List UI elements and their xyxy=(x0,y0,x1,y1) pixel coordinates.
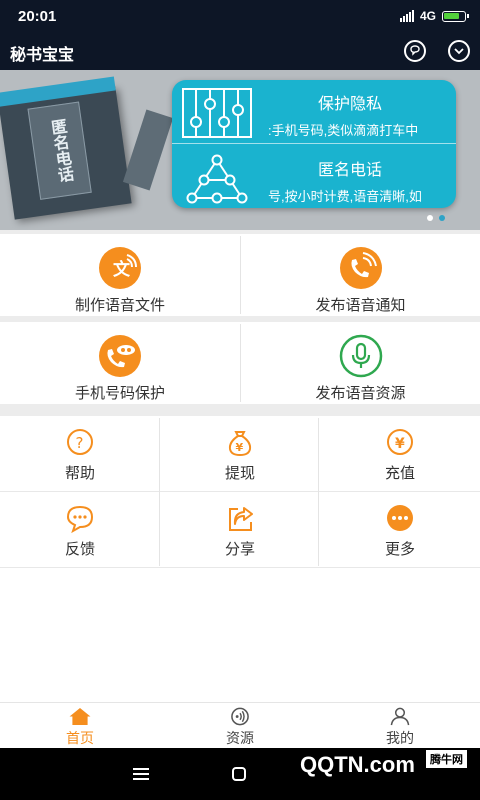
watermark-site: 腾牛网 xyxy=(426,750,467,768)
svg-text:¥: ¥ xyxy=(236,441,244,454)
recharge-label: 充值 xyxy=(384,465,415,482)
menu-icon[interactable] xyxy=(133,768,149,780)
network-triangle-icon xyxy=(186,154,248,204)
banner-book-image: 匿名电话 xyxy=(0,76,132,220)
carousel-dot-active[interactable] xyxy=(439,215,445,221)
yen-coin-icon: ¥ xyxy=(387,429,413,455)
tab-home[interactable]: 首页 xyxy=(0,703,160,748)
publish-voice-resource-button[interactable]: 发布语音资源 xyxy=(241,322,480,404)
tab-mine[interactable]: 我的 xyxy=(320,703,480,748)
status-icons: 4G xyxy=(399,9,469,23)
recharge-button[interactable]: ¥ 充值 xyxy=(320,416,480,490)
more-button[interactable]: 更多 xyxy=(320,492,480,566)
feature-desc-privacy: :手机号码,类似滴滴打车中 xyxy=(268,123,419,138)
help-label: 帮助 xyxy=(64,465,95,482)
svg-text:¥: ¥ xyxy=(395,436,405,452)
status-time: 20:01 xyxy=(18,8,57,25)
tab-resources-label: 资源 xyxy=(226,730,254,746)
feature-desc-anon-call: 号,按小时计费,语音清晰,如 xyxy=(268,189,422,204)
chevron-down-icon[interactable] xyxy=(448,40,470,62)
banner-carousel[interactable]: 匿名电话 保护隐私 :手机号码,类似滴滴打车中 匿名电话 号,按小时计费,语音清… xyxy=(0,70,480,230)
tab-home-label: 首页 xyxy=(66,730,94,746)
make-voice-file-label: 制作语音文件 xyxy=(74,297,165,314)
tab-mine-label: 我的 xyxy=(386,730,414,746)
carousel-indicator xyxy=(427,215,445,221)
home-icon xyxy=(69,707,91,726)
battery-icon xyxy=(442,10,469,22)
message-icon[interactable] xyxy=(404,40,426,62)
publish-voice-resource-label: 发布语音资源 xyxy=(315,385,406,402)
app-bar: 秘书宝宝 xyxy=(0,32,480,70)
app-title: 秘书宝宝 xyxy=(10,47,75,64)
svg-text:文: 文 xyxy=(113,259,131,280)
banner-book-text: 匿名电话 xyxy=(27,101,92,200)
publish-voice-notice-label: 发布语音通知 xyxy=(315,297,406,314)
more-label: 更多 xyxy=(384,541,415,558)
section-divider xyxy=(0,404,480,416)
help-icon: ? xyxy=(67,429,93,455)
share-label: 分享 xyxy=(224,541,255,558)
microphone-icon xyxy=(339,334,382,378)
withdraw-button[interactable]: ¥ 提现 xyxy=(160,416,320,490)
status-bar: 20:01 4G xyxy=(0,0,480,32)
tab-resources[interactable]: 资源 xyxy=(160,703,320,748)
bottom-tab-bar: 首页 资源 我的 xyxy=(0,702,480,748)
feedback-label: 反馈 xyxy=(64,541,95,558)
withdraw-label: 提现 xyxy=(224,465,255,482)
more-dots-icon xyxy=(387,505,413,531)
carousel-dot[interactable] xyxy=(427,215,433,221)
chat-bubble-icon xyxy=(66,505,94,534)
share-icon xyxy=(229,507,253,531)
share-button[interactable]: 分享 xyxy=(160,492,320,566)
make-voice-file-button[interactable]: 文 制作语音文件 xyxy=(0,234,240,316)
feature-title-privacy: 保护隐私 xyxy=(318,96,383,113)
text-to-voice-icon: 文 xyxy=(99,247,141,289)
svg-text:?: ? xyxy=(76,434,84,452)
phone-mask-icon xyxy=(99,335,141,377)
user-icon xyxy=(390,707,410,726)
banner-decor-card xyxy=(122,109,174,191)
feedback-button[interactable]: 反馈 xyxy=(0,492,160,566)
home-nav-icon[interactable] xyxy=(232,767,246,781)
signal-icon xyxy=(399,10,414,22)
phone-protect-button[interactable]: 手机号码保护 xyxy=(0,322,240,404)
feature-title-anon-call: 匿名电话 xyxy=(318,162,383,179)
money-bag-icon: ¥ xyxy=(228,431,252,457)
help-button[interactable]: ? 帮助 xyxy=(0,416,160,490)
watermark: QQTN.com 腾牛网 xyxy=(300,750,467,778)
sound-wave-icon xyxy=(231,707,249,726)
appbar-actions xyxy=(404,40,470,62)
phone-broadcast-icon xyxy=(339,247,382,289)
watermark-brand: QQTN.com xyxy=(300,752,415,777)
publish-voice-notice-button[interactable]: 发布语音通知 xyxy=(241,234,480,316)
sliders-icon xyxy=(182,88,252,138)
network-label: 4G xyxy=(419,9,436,23)
banner-feature-card: 保护隐私 :手机号码,类似滴滴打车中 匿名电话 号,按小时计费,语音清晰,如 xyxy=(172,80,456,208)
phone-protect-label: 手机号码保护 xyxy=(74,385,165,402)
